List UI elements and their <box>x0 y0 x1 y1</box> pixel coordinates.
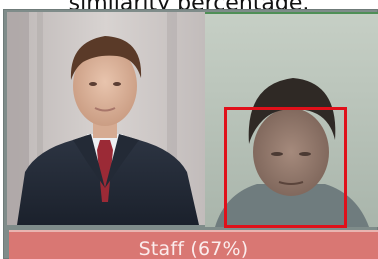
reference-photo <box>7 12 205 225</box>
match-status-bar: Staff (67%) <box>9 230 378 259</box>
match-status-label: Staff (67%) <box>138 238 249 259</box>
face-detection-box <box>224 107 347 228</box>
face-match-view: similarity percentage. Staff (67%) <box>0 0 378 259</box>
reference-photo-image <box>7 12 205 225</box>
